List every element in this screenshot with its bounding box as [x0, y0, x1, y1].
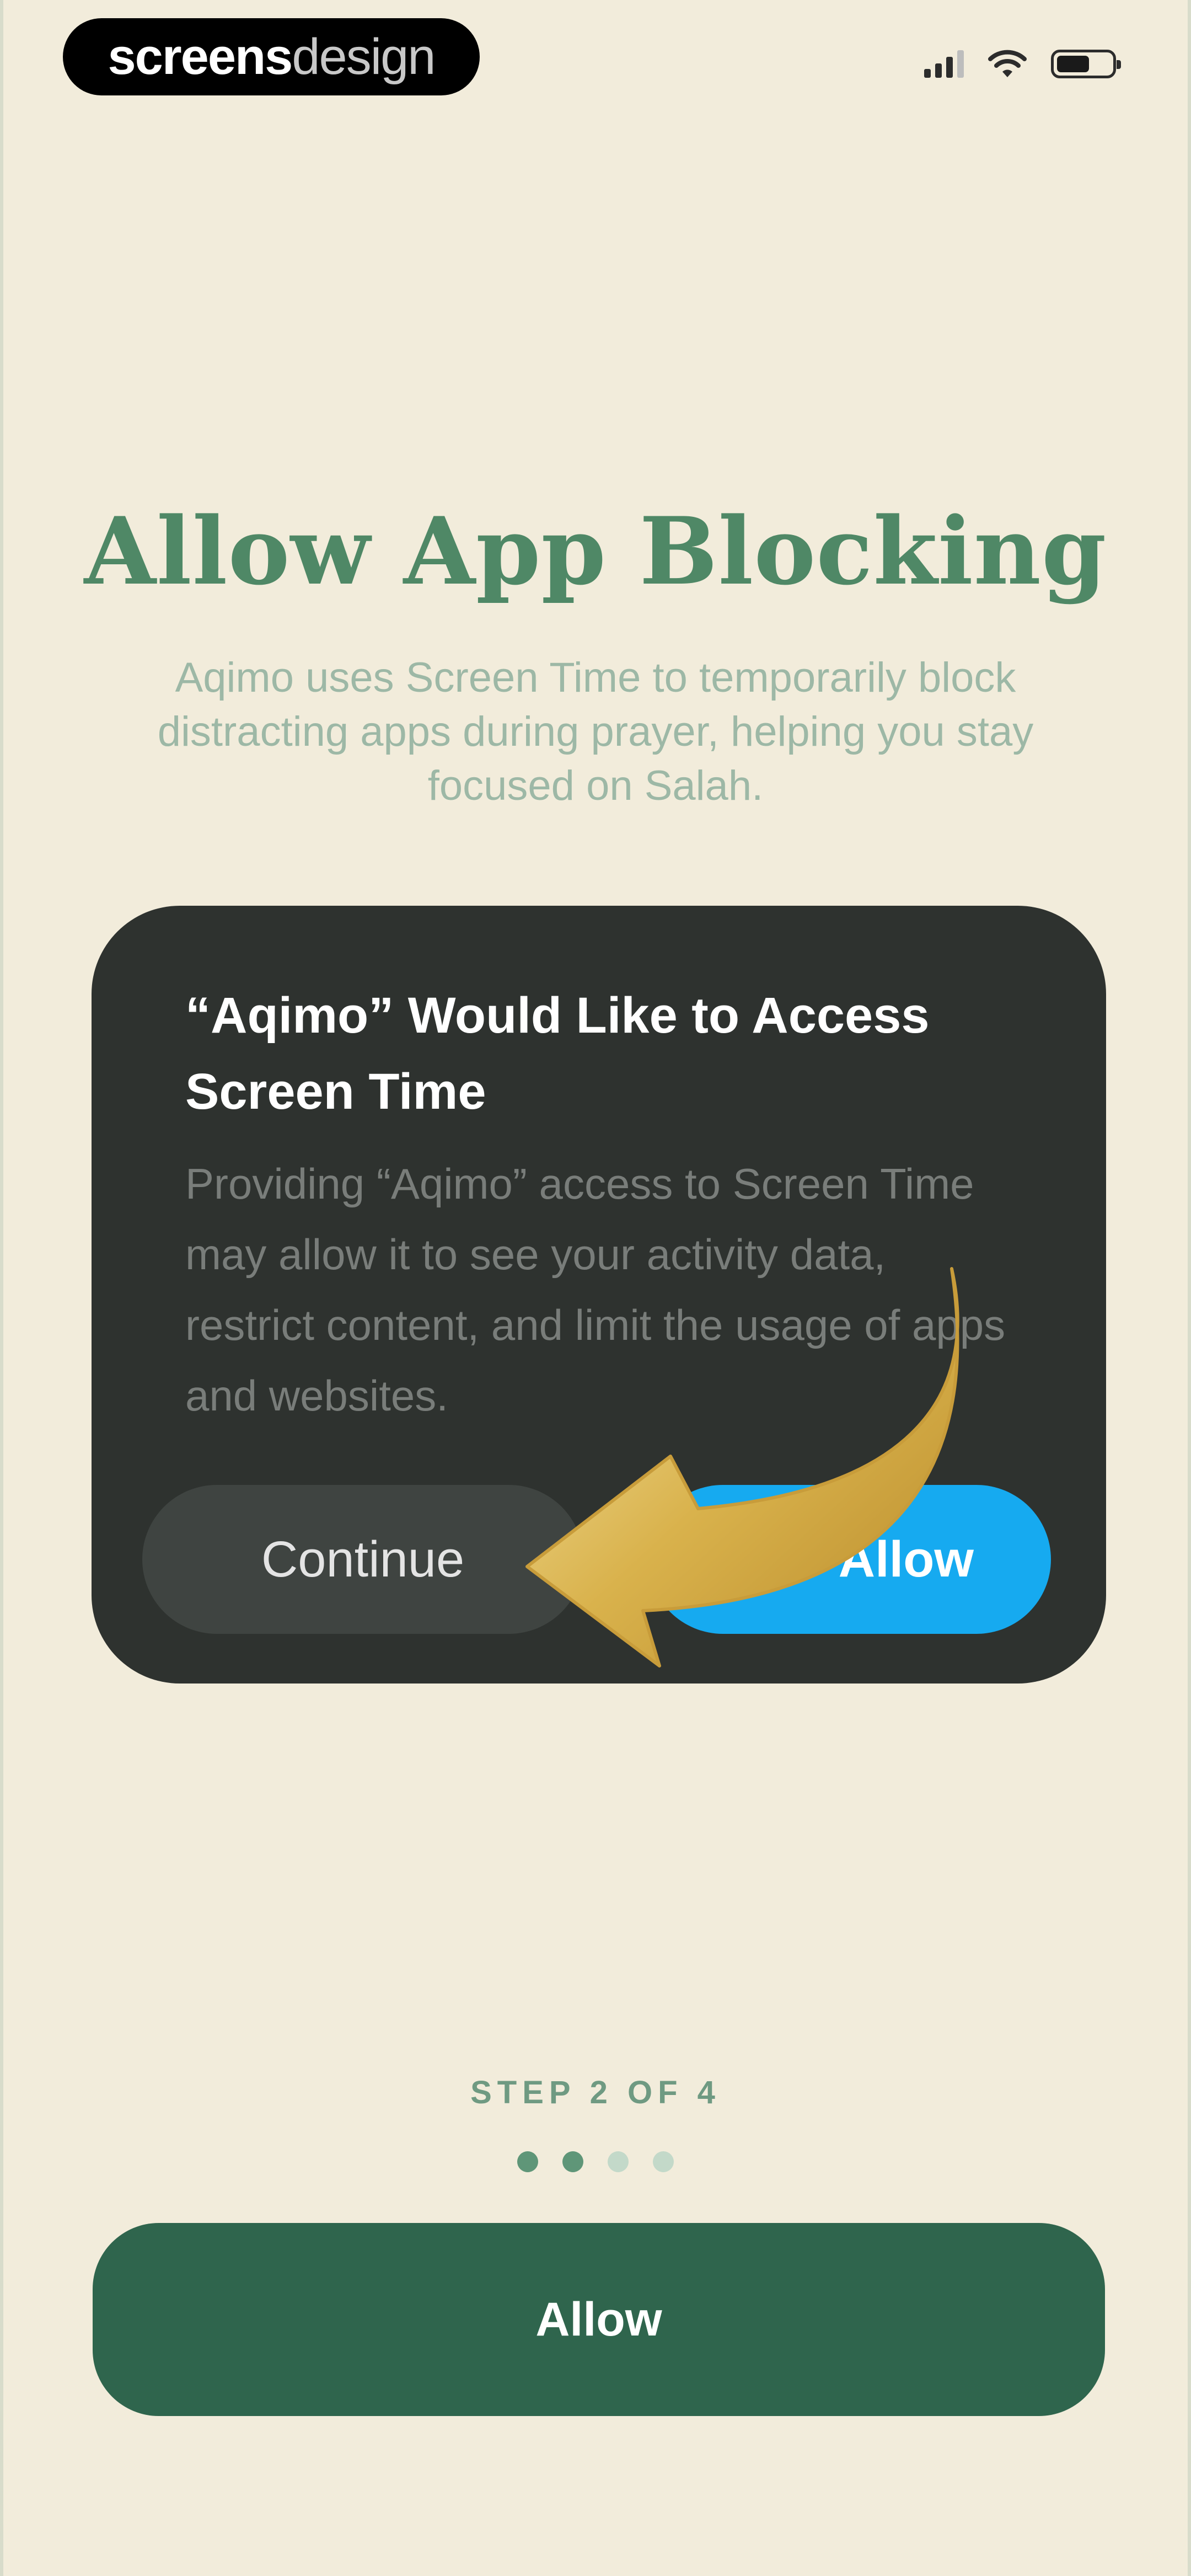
- page-subtitle: Aqimo uses Screen Time to temporarily bl…: [157, 654, 1034, 809]
- screen-time-permission-dialog: “Aqimo” Would Like to Access Screen Time…: [92, 906, 1106, 1684]
- step-dot-1: [517, 2151, 538, 2172]
- allow-button[interactable]: Allow: [93, 2223, 1105, 2416]
- cellular-signal-icon: [924, 50, 964, 78]
- dialog-title: “Aqimo” Would Like to Access Screen Time: [185, 987, 930, 1120]
- status-bar-icons: [924, 50, 1121, 78]
- dialog-message: Providing “Aqimo” access to Screen Time …: [185, 1159, 1006, 1420]
- screensdesign-watermark: screens design: [63, 18, 480, 95]
- onboarding-screen: screens design Allow App Blocking Aqimo u…: [0, 0, 1191, 2576]
- watermark-light-text: design: [292, 28, 436, 85]
- step-dot-2: [562, 2151, 583, 2172]
- step-dot-3: [608, 2151, 629, 2172]
- step-dot-4: [653, 2151, 674, 2172]
- wifi-icon: [988, 50, 1027, 77]
- dialog-continue-button[interactable]: Continue: [142, 1485, 583, 1634]
- dialog-allow-button[interactable]: Allow: [648, 1485, 1051, 1634]
- step-indicator-label: STEP 2 OF 4: [470, 2075, 721, 2110]
- step-dots: [3, 2151, 1188, 2172]
- page-title: Allow App Blocking: [84, 496, 1107, 606]
- watermark-bold-text: screens: [108, 28, 293, 85]
- battery-icon: [1051, 50, 1121, 78]
